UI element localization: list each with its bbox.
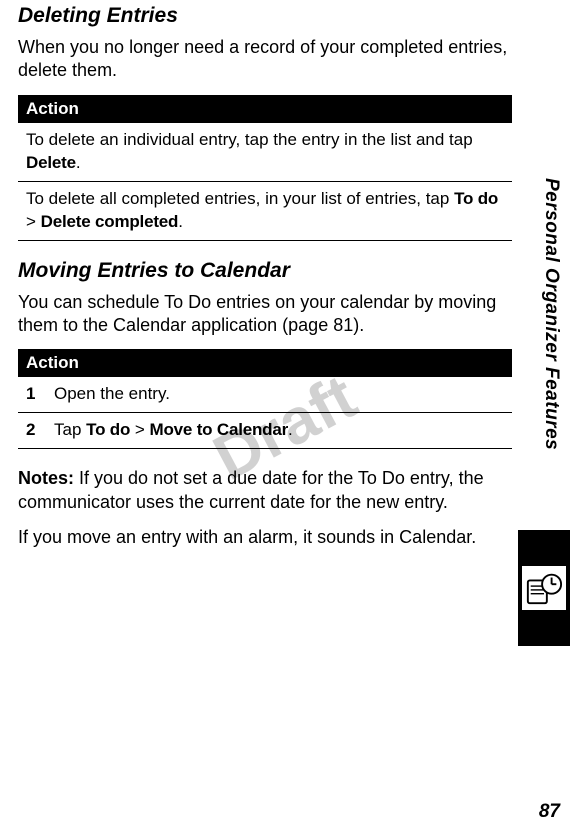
para-deleting-intro: When you no longer need a record of your… — [18, 36, 516, 83]
text: > — [130, 420, 149, 439]
text: . — [76, 153, 81, 172]
table-header-row: Action — [18, 349, 512, 377]
step-text: Open the entry. — [46, 377, 512, 412]
notes-label: Notes: — [18, 468, 74, 488]
organizer-icon-block — [518, 530, 570, 646]
table-row: 1 Open the entry. — [18, 377, 512, 412]
step-text: Tap To do > Move to Calendar. — [46, 413, 512, 449]
text: > — [26, 212, 41, 231]
step-number: 2 — [18, 413, 46, 449]
text: . — [178, 212, 183, 231]
text: Tap — [54, 420, 86, 439]
table-header-row: Action — [18, 95, 512, 123]
table-row: To delete an individual entry, tap the e… — [18, 123, 512, 181]
para-alarm: If you move an entry with an alarm, it s… — [18, 526, 516, 549]
text: . — [288, 420, 293, 439]
table-header-action: Action — [18, 95, 512, 123]
ui-label-todo: To do — [86, 420, 130, 439]
text: To delete all completed entries, in your… — [26, 189, 454, 208]
para-notes: Notes: If you do not set a due date for … — [18, 467, 498, 514]
ui-label-todo: To do — [454, 189, 498, 208]
table-row: To delete all completed entries, in your… — [18, 181, 512, 240]
ui-label-move-to-calendar: Move to Calendar — [150, 420, 289, 439]
sidebar-chapter-title: Personal Organizer Features — [540, 178, 562, 450]
notes-text: If you do not set a due date for the To … — [18, 468, 484, 511]
table-row: 2 Tap To do > Move to Calendar. — [18, 413, 512, 449]
table-moving-actions: Action 1 Open the entry. 2 Tap To do > M… — [18, 349, 512, 449]
step-number: 1 — [18, 377, 46, 412]
table-header-action: Action — [18, 349, 512, 377]
table-deleting-actions: Action To delete an individual entry, ta… — [18, 95, 512, 241]
heading-deleting-entries: Deleting Entries — [18, 4, 516, 28]
organizer-clock-icon — [522, 566, 566, 610]
heading-moving-entries: Moving Entries to Calendar — [18, 259, 516, 283]
text: To delete an individual entry, tap the e… — [26, 130, 473, 149]
ui-label-delete: Delete — [26, 153, 76, 172]
para-moving-intro: You can schedule To Do entries on your c… — [18, 291, 516, 338]
main-content: Deleting Entries When you no longer need… — [18, 4, 516, 561]
page-number: 87 — [539, 801, 560, 823]
ui-label-delete-completed: Delete completed — [41, 212, 179, 231]
action-cell: To delete an individual entry, tap the e… — [18, 123, 512, 181]
action-cell: To delete all completed entries, in your… — [18, 181, 512, 240]
